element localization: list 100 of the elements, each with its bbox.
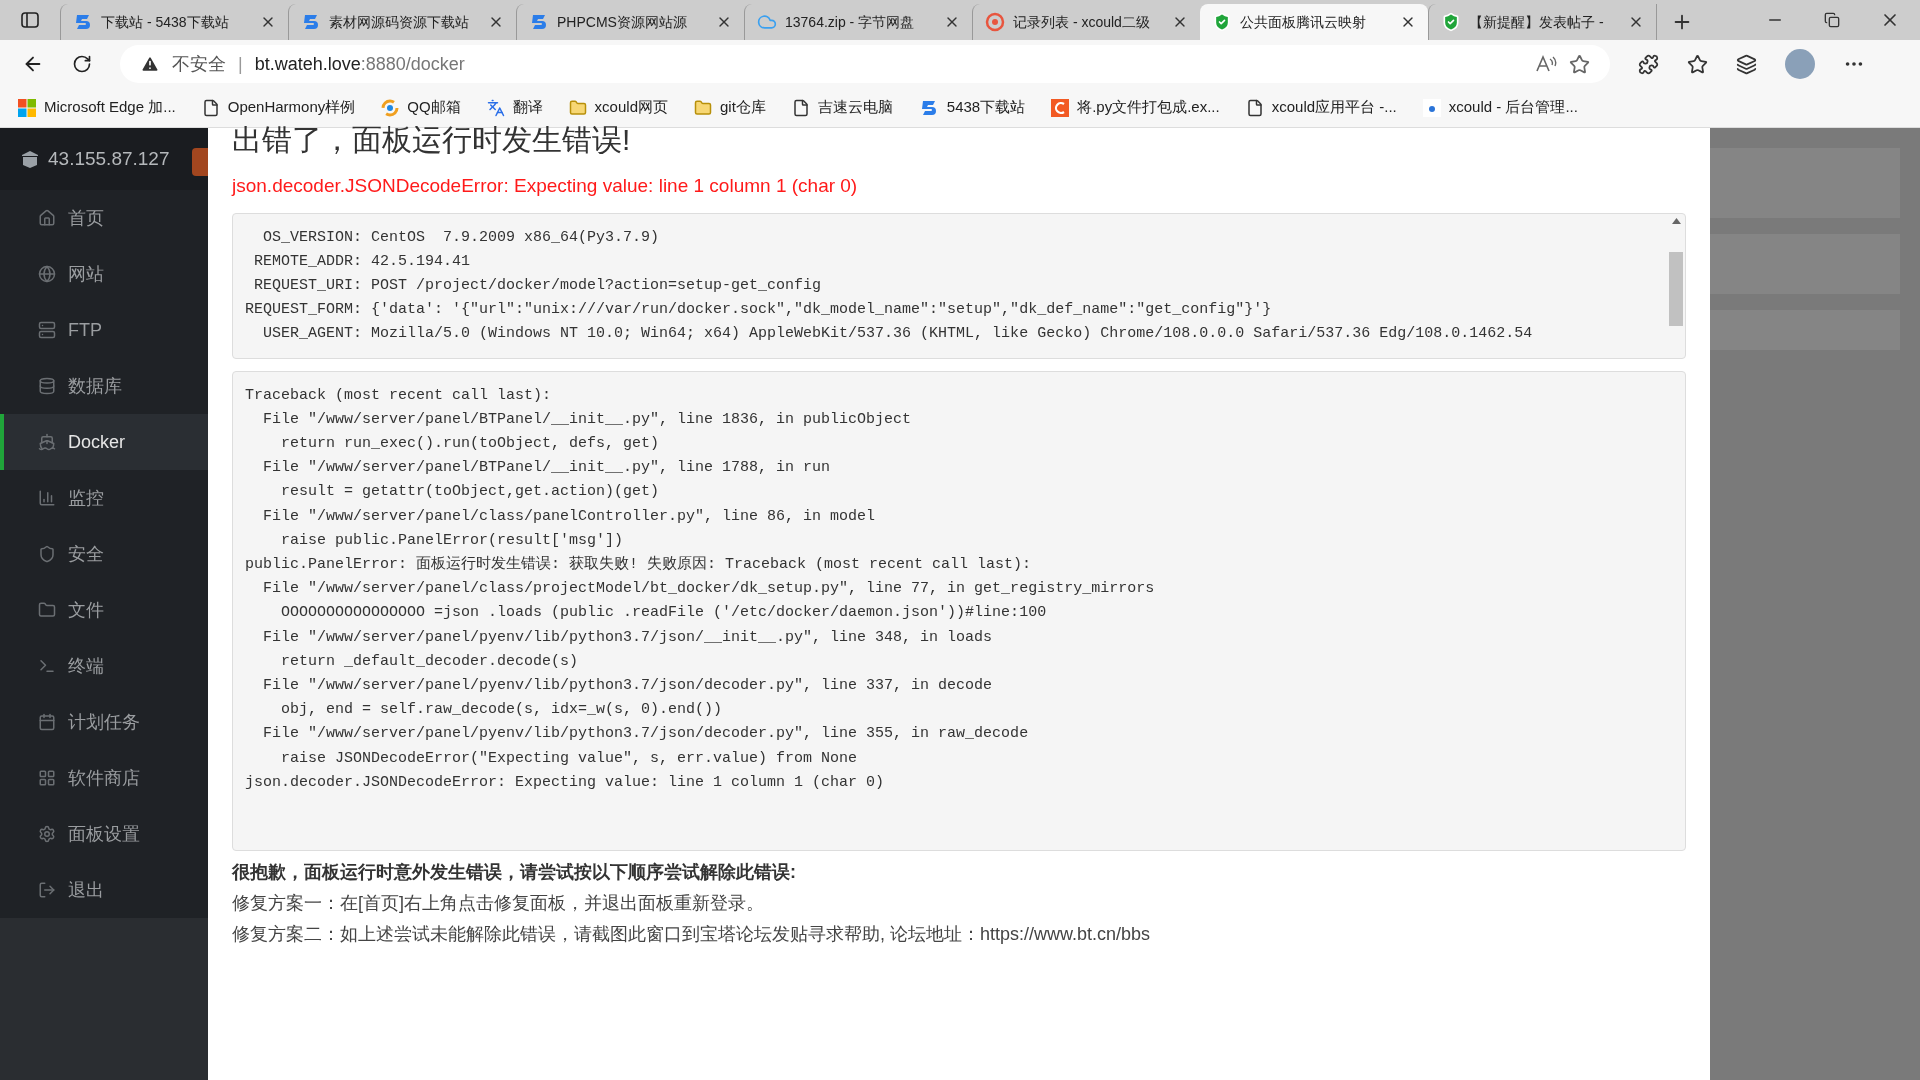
app-logo-icon	[1051, 98, 1070, 117]
bookmark-link[interactable]: Microsoft Edge 加...	[18, 96, 176, 119]
server-logo-icon	[20, 149, 40, 169]
ring-logo-icon	[381, 98, 400, 117]
code-line: REMOTE_ADDR: 42.5.194.41	[253, 251, 471, 272]
code-line: Traceback (most recent call last):	[245, 385, 552, 406]
code-line: File "/www/server/panel/class/panelController.py", line 86, in model	[262, 506, 876, 527]
sidebar-item[interactable]: 计划任务	[0, 694, 208, 750]
code-line: File "/www/server/panel/class/projectModel/bt_docker/dk_setup.py", line 77, in get_registry_mirrors	[262, 579, 1155, 600]
error-message: json.decoder.JSONDecodeError: Expecting value: line 1 column 1 (char 0)	[232, 174, 859, 198]
code-line: result = getattr(toObject,get.action)(get)	[280, 482, 660, 503]
code-line: public.PanelError: 面板运行时发生错误: 获取失败! 失败原因: Traceback (most recent call last):	[245, 554, 1032, 575]
ring-logo-icon	[985, 12, 1005, 32]
database-icon	[38, 377, 56, 395]
code-line: OOOOOOOOOOOOOOOO =json .loads (public .readFile ('/etc/docker/daemon.json'))#line:100	[280, 603, 1047, 624]
server-icon	[38, 321, 56, 339]
security-label: 不安全	[172, 52, 226, 76]
code-line: REQUEST_URI: POST /project/docker/model?action=setup-get_config	[253, 275, 822, 296]
browser-tab[interactable]: 公共面板腾讯云映射	[1200, 4, 1428, 40]
swirl-logo-icon	[73, 12, 93, 32]
collections-icon[interactable]	[1736, 53, 1757, 75]
tab-title: 下载站 - 5438下载站	[101, 12, 230, 32]
code-line: return _default_decoder.decode(s)	[280, 651, 579, 672]
code-line: OS_VERSION: CentOS 7.9.2009 x86_64(Py3.7.9)	[262, 227, 660, 248]
bookmark-link[interactable]: OpenHarmony样例	[201, 96, 356, 119]
tab-title: PHPCMS资源网站源	[557, 12, 688, 32]
tab-actions-icon[interactable]	[21, 12, 39, 28]
extensions-icon[interactable]	[1638, 53, 1659, 75]
sidebar-item[interactable]: 终端	[0, 638, 208, 694]
sidebar-item[interactable]: Docker	[0, 414, 208, 470]
page-icon	[791, 98, 810, 117]
scroll-up-icon[interactable]	[1671, 217, 1681, 224]
code-line: json.decoder.JSONDecodeError: Expecting value: line 1 column 1 (char 0)	[245, 772, 885, 793]
url-text: bt.wateh.love:8880/docker	[254, 52, 465, 76]
help-text: 修复方案一：在[首页]右上角点击修复面板，并退出面板重新登录。	[232, 891, 764, 915]
grid-icon	[38, 769, 56, 787]
swirl-logo-icon	[529, 12, 549, 32]
reload-icon[interactable]	[72, 54, 92, 74]
help-text: 修复方案二：如上述尝试未能解除此错误，请截图此窗口到宝塔论坛发贴寻求帮助, 论坛地址：https://www.bt.cn/bbs	[232, 922, 1151, 946]
bookmark-link[interactable]: 翻译	[486, 96, 543, 119]
sidebar-item[interactable]: 数据库	[0, 358, 208, 414]
shield-icon	[38, 545, 56, 563]
sidebar-item[interactable]: 文件	[0, 582, 208, 638]
code-line: File "/www/server/panel/pyenv/lib/python3.7/json/__init__.py", line 348, in loads	[262, 627, 993, 648]
tab-title: 13764.zip - 字节网盘	[785, 12, 916, 32]
bookmark-link[interactable]: QQ邮箱	[381, 96, 461, 119]
small-logo-icon	[1422, 98, 1441, 117]
tab-title: 【新提醒】发表帖子 -	[1469, 12, 1605, 32]
favorites-icon[interactable]	[1687, 53, 1708, 75]
sidebar-item[interactable]: 网站	[0, 246, 208, 302]
folder-icon	[568, 98, 587, 117]
code-line: obj, end = self.raw_decode(s, idx=_w(s, 0).end())	[280, 700, 723, 721]
favorite-add-icon[interactable]	[1569, 53, 1590, 75]
address-field[interactable]: 不安全 | bt.wateh.love:8880/docker	[120, 45, 1610, 83]
sidebar-item[interactable]: FTP	[0, 302, 208, 358]
sidebar-item[interactable]: 面板设置	[0, 806, 208, 862]
cloud-icon	[757, 12, 777, 32]
globe-icon	[38, 265, 56, 283]
code-line: File "/www/server/panel/pyenv/lib/python3.7/json/decoder.py", line 355, in raw_decode	[262, 724, 1029, 745]
code-line: REQUEST_FORM: {'data': '{"url":"unix:///var/run/docker.sock","dk_model_name":"setup","dk_def_name":"get_config"}'}	[245, 299, 1272, 320]
code-line: return run_exec().run(toObject, defs, get)	[280, 433, 660, 454]
bookmark-link[interactable]: 5438下载站	[918, 96, 1026, 119]
sidebar-item[interactable]: 首页	[0, 190, 208, 246]
shield-icon	[1212, 12, 1232, 32]
code-line: USER_AGENT: Mozilla/5.0 (Windows NT 10.0; Win64; x64) AppleWebKit/537.36 (KHTML, like Gecko) Chrome/108.0.0.0 Safari/537.36 Edg/108.0.1462.54	[262, 323, 1533, 344]
bookmark-link[interactable]: 将.py文件打包成.ex...	[1051, 96, 1220, 119]
translate-icon	[486, 98, 505, 117]
bookmark-link[interactable]: git仓库	[693, 96, 766, 119]
sidebar-item[interactable]: 退出	[0, 862, 208, 918]
page-icon	[1245, 98, 1264, 117]
separator: |	[238, 52, 243, 76]
terminal-icon	[38, 657, 56, 675]
windows-logo-icon	[18, 98, 36, 117]
chart-icon	[38, 489, 56, 507]
bookmark-link[interactable]: 吉速云电脑	[791, 96, 893, 119]
code-line: raise public.PanelError(result['msg'])	[280, 530, 624, 551]
dialog-title: 出错了，面板运行时发生错误!	[232, 126, 632, 154]
help-heading: 很抱歉，面板运行时意外发生错误，请尝试按以下顺序尝试解除此错误:	[232, 860, 797, 884]
folder-icon	[38, 601, 56, 619]
sidebar-item[interactable]: 监控	[0, 470, 208, 526]
shield-icon	[1441, 12, 1461, 32]
code-line: File "/www/server/panel/BTPanel/__init__.py", line 1788, in run	[262, 458, 831, 479]
code-line: raise JSONDecodeError("Expecting value", s, err.value) from None	[280, 748, 858, 769]
restore-icon[interactable]	[1824, 12, 1840, 28]
read-aloud-icon[interactable]	[1535, 54, 1557, 74]
sidebar-item[interactable]: 安全	[0, 526, 208, 582]
tab-title: 素材网源码资源下载站	[329, 12, 470, 32]
ship-icon	[38, 433, 56, 451]
code-line: File "/www/server/panel/BTPanel/__init__.py", line 1836, in publicObject	[262, 409, 912, 430]
tab-title: 记录列表 - xcould二级	[1013, 12, 1151, 32]
logout-icon	[38, 881, 56, 899]
badge	[192, 148, 208, 176]
bookmark-link[interactable]: xcould - 后台管理...	[1422, 96, 1578, 119]
sidebar-item[interactable]: 软件商店	[0, 750, 208, 806]
bookmark-link[interactable]: xcould应用平台 -...	[1245, 96, 1397, 119]
code-line: File "/www/server/panel/pyenv/lib/python3.7/json/decoder.py", line 337, in decode	[262, 675, 993, 696]
calendar-icon	[38, 713, 56, 731]
server-ip: 43.155.87.127	[48, 146, 170, 171]
swirl-logo-icon	[301, 12, 321, 32]
bookmark-link[interactable]: xcould网页	[568, 96, 668, 119]
